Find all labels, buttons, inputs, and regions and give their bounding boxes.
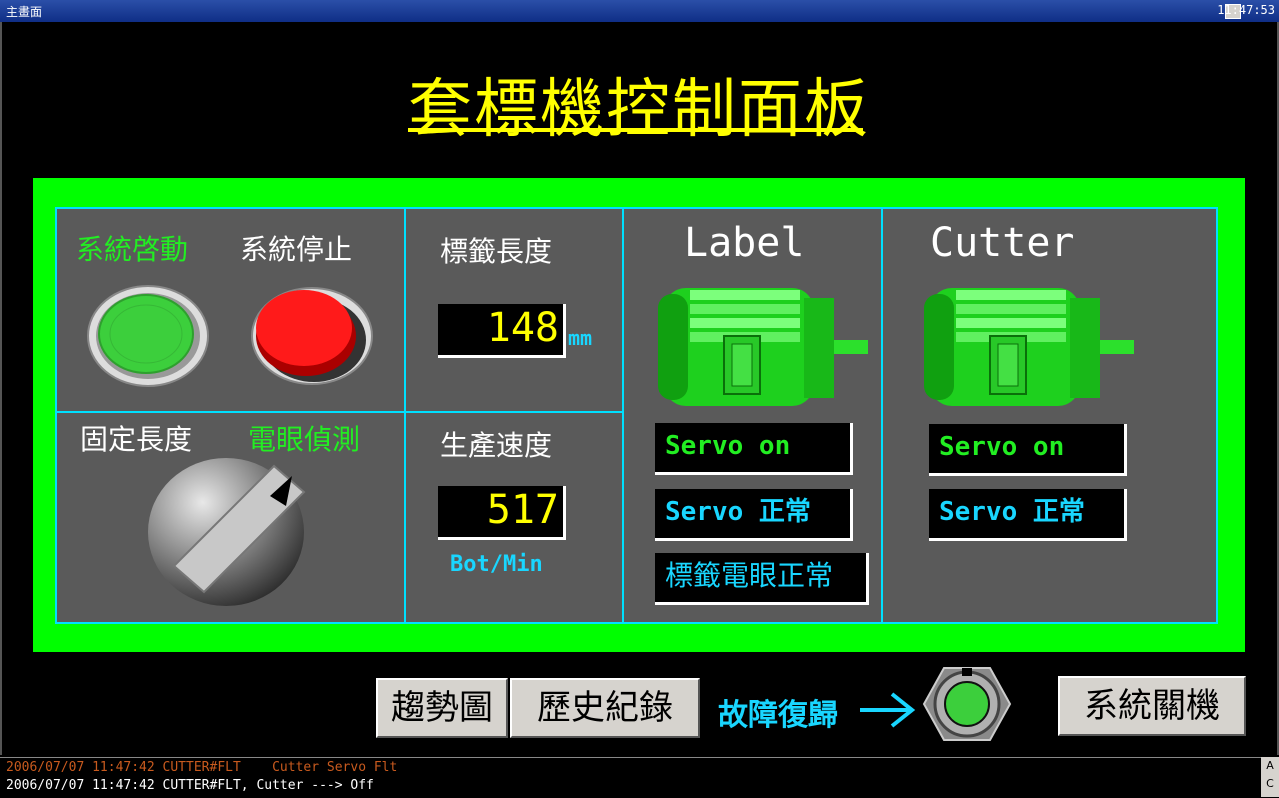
alarm-message-2: 2006/07/07 11:47:42 CUTTER#FLT, Cutter -…: [6, 778, 374, 793]
label-servo-normal-status: Servo 正常: [655, 489, 853, 541]
alarm-message-1: 2006/07/07 11:47:42 CUTTER#FLT Cutter Se…: [6, 760, 398, 775]
speed-label: 生產速度: [440, 429, 553, 462]
label-motor-name: Label: [684, 220, 805, 266]
label-eye-normal-status: 標籤電眼正常: [655, 553, 869, 605]
label-servo-on-status: Servo on: [655, 423, 853, 475]
cutter-servo-normal-status: Servo 正常: [929, 489, 1127, 541]
length-label: 標籤長度: [440, 235, 553, 268]
page-title: 套標機控制面板: [408, 73, 870, 147]
system-stop-label: 系統停止: [240, 233, 353, 266]
system-start-label: 系統啓動: [76, 233, 189, 266]
title-bar: 主畫面 11:47:53: [0, 0, 1279, 22]
title-underline: [408, 128, 863, 132]
cutter-motor-name: Cutter: [930, 220, 1075, 266]
fault-reset-label: 故障復歸: [718, 698, 838, 733]
speed-unit: Bot/Min: [450, 552, 543, 577]
mode-selector-switch[interactable]: [146, 448, 310, 608]
arrow-right-icon: [860, 692, 916, 728]
trend-button[interactable]: 趨勢圖: [376, 678, 508, 738]
window-title: 主畫面: [6, 5, 43, 19]
history-button[interactable]: 歷史紀錄: [510, 678, 700, 738]
cutter-motor-icon: [924, 288, 1134, 406]
message-scrollbar[interactable]: AC: [1261, 757, 1279, 797]
start-button[interactable]: [86, 284, 210, 388]
stop-button[interactable]: [250, 284, 374, 388]
clock: 11:47:53: [1217, 3, 1275, 17]
fault-reset-button[interactable]: [922, 662, 1012, 746]
length-unit: mm: [568, 326, 593, 350]
shutdown-button[interactable]: 系統關機: [1058, 676, 1246, 736]
label-motor-icon: [658, 288, 868, 406]
length-display[interactable]: 148: [438, 304, 566, 358]
cutter-servo-on-status: Servo on: [929, 424, 1127, 476]
speed-display: 517: [438, 486, 566, 540]
cutter-motor-panel: [881, 207, 1218, 624]
